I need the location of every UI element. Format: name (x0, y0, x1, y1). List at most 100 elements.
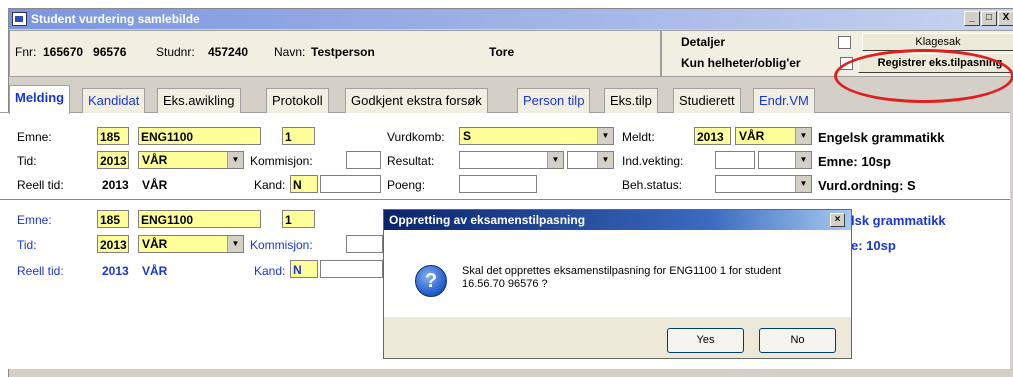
chevron-down-icon: ▼ (795, 176, 811, 192)
detaljer-label: Detaljer (681, 35, 726, 49)
maximize-button[interactable]: □ (981, 11, 997, 26)
vurdkomb-select[interactable]: S ▼ (459, 127, 614, 145)
chevron-down-icon: ▼ (227, 236, 243, 252)
kun-helheter-label: Kun helheter/oblig'er (681, 56, 801, 70)
tab-studierett[interactable]: Studierett (673, 88, 741, 113)
title-bar: Student vurdering samlebilde _ □ X (9, 9, 1013, 29)
ind-vekting-select[interactable]: ▼ (758, 151, 812, 169)
emnenavn: Engelsk grammatikk (818, 130, 945, 145)
ind-vekting-field[interactable] (715, 151, 755, 169)
fornavn-value: Tore (489, 45, 515, 59)
emne-versjon-field-2[interactable]: 1 (282, 210, 315, 228)
emne-sp: Emne: 10sp (818, 154, 891, 169)
close-button[interactable]: X (998, 11, 1013, 26)
kommisjon-field[interactable] (346, 151, 381, 169)
vurdkomb-value: S (463, 129, 472, 143)
tid-ar-field-2[interactable]: 2013 (97, 235, 129, 253)
reell-termin-value: VÅR (142, 178, 168, 192)
studnr-label: Studnr: (156, 45, 195, 59)
dialog-title: Oppretting av eksamenstilpasning (389, 213, 586, 227)
chevron-down-icon: ▼ (597, 128, 613, 144)
beh-status-select[interactable]: ▼ (715, 175, 812, 193)
fnr-value: 165670 96576 (43, 45, 127, 59)
meldt-label: Meldt: (622, 130, 655, 144)
beh-status-label: Beh.status: (622, 178, 683, 192)
chevron-down-icon: ▼ (795, 128, 811, 144)
kand-label-2: Kand: (254, 264, 286, 278)
no-button[interactable]: No (759, 328, 836, 353)
emnenavn-2: lsk grammatikk (851, 213, 946, 228)
record-separator (0, 199, 1010, 200)
dialog-title-bar: Oppretting av eksamenstilpasning × (384, 210, 851, 230)
minimize-button[interactable]: _ (964, 11, 980, 26)
resultat-select[interactable]: ▼ (459, 151, 564, 169)
kommisjon-field-2[interactable] (346, 235, 383, 253)
kommisjon-label: Kommisjon: (250, 154, 313, 168)
navn-value: Testperson (311, 45, 375, 59)
tid-termin-value-2: VÅR (142, 237, 168, 251)
tid-termin-select-2[interactable]: VÅR ▼ (138, 235, 244, 253)
reell-tid-label: Reell tid: (17, 178, 64, 192)
kand-extra-field-2[interactable] (320, 260, 383, 278)
fnr-label: Fnr: (15, 45, 37, 59)
studnr-value: 457240 (208, 45, 249, 59)
emne-kode-field[interactable]: ENG1100 (138, 127, 261, 145)
detaljer-checkbox[interactable] (838, 36, 851, 49)
ind-vekting-label: Ind.vekting: (622, 154, 684, 168)
kand-field[interactable]: N (290, 175, 318, 193)
emne-versjon-field[interactable]: 1 (282, 127, 315, 145)
meldt-ar-field[interactable]: 2013 (694, 127, 731, 145)
dialog-message-line2: 16.56.70 96576 ? (462, 278, 548, 290)
tab-endr-vm[interactable]: Endr.VM (753, 88, 815, 113)
reell-termin-value-2: VÅR (142, 264, 168, 278)
tab-godkjent-ekstra-forsok[interactable]: Godkjent ekstra forsøk (345, 88, 488, 113)
kand-extra-field[interactable] (320, 175, 381, 193)
reell-tid-label-2: Reell tid: (17, 264, 64, 278)
emne-nr-field-2[interactable]: 185 (97, 210, 129, 228)
chevron-down-icon: ▼ (795, 152, 811, 168)
tid-label-2: Tid: (17, 238, 37, 252)
chevron-down-icon: ▼ (227, 152, 243, 168)
tab-protokoll[interactable]: Protokoll (266, 88, 329, 113)
navn-label: Navn: (274, 45, 306, 59)
tid-termin-select[interactable]: VÅR ▼ (138, 151, 244, 169)
vurdordning: Vurd.ordning: S (818, 178, 916, 193)
emne-label: Emne: (17, 130, 52, 144)
tab-eks-awikling[interactable]: Eks.awikling (157, 88, 241, 113)
kand-label: Kand: (254, 178, 286, 192)
tab-melding[interactable]: Melding (9, 85, 71, 114)
tab-kandidat[interactable]: Kandidat (82, 88, 146, 113)
tid-termin-value: VÅR (142, 153, 168, 167)
yes-button[interactable]: Yes (667, 328, 744, 353)
window-title: Student vurdering samlebilde (31, 12, 200, 26)
chevron-down-icon: ▼ (597, 152, 613, 168)
tid-ar-field[interactable]: 2013 (97, 151, 129, 169)
dialog-close-button[interactable]: × (830, 213, 845, 227)
tab-eks-tilp[interactable]: Eks.tilp (604, 88, 658, 113)
student-header: Fnr: 165670 96576 Studnr: 457240 Navn: T… (9, 30, 661, 77)
chevron-down-icon: ▼ (547, 152, 563, 168)
kand-field-2[interactable]: N (290, 260, 318, 278)
emne-nr-field[interactable]: 185 (97, 127, 129, 145)
app-icon (12, 12, 27, 26)
meldt-termin-select[interactable]: VÅR ▼ (735, 127, 812, 145)
highlight-oval (834, 49, 1013, 103)
question-icon: ? (415, 265, 447, 297)
vurdkomb-label: Vurdkomb: (387, 130, 445, 144)
resultat-label: Resultat: (387, 154, 435, 168)
klagesak-button[interactable]: Klagesak (862, 33, 1013, 51)
kommisjon-label-2: Kommisjon: (250, 238, 313, 252)
tab-person-tilp[interactable]: Person tilp (517, 88, 591, 113)
emne-label-2: Emne: (17, 213, 52, 227)
reell-ar-value-2: 2013 (102, 264, 129, 278)
poeng-label: Poeng: (387, 178, 426, 192)
dialog-message-line1: Skal det opprettes eksamenstilpasning fo… (462, 265, 781, 277)
confirm-dialog: Oppretting av eksamenstilpasning × ? Ska… (383, 209, 852, 359)
emne-kode-field-2[interactable]: ENG1100 (138, 210, 261, 228)
emne-sp-2: e: 10sp (851, 238, 896, 253)
tid-label: Tid: (17, 154, 37, 168)
reell-ar-value: 2013 (102, 178, 129, 192)
resultat-select-2[interactable]: ▼ (567, 151, 614, 169)
meldt-termin-value: VÅR (739, 129, 765, 143)
poeng-field[interactable] (459, 175, 537, 193)
